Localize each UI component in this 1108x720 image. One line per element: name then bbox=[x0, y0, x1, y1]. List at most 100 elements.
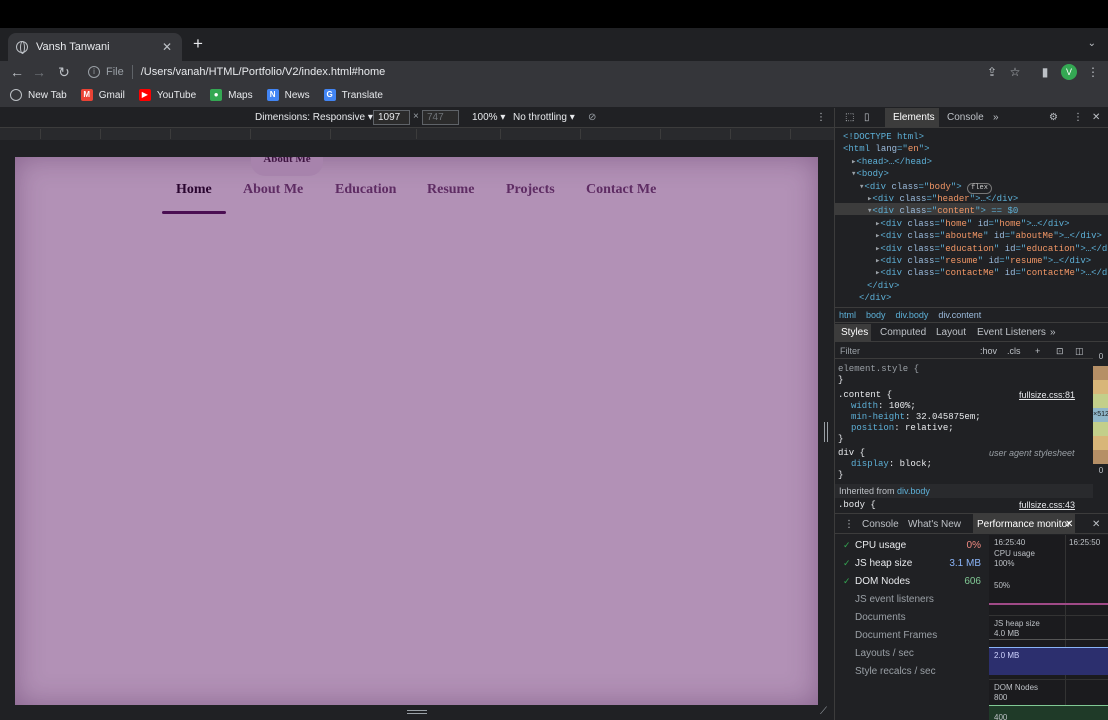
dom-node[interactable]: </div> bbox=[867, 280, 899, 292]
metric-cpu-usage[interactable]: ✓ CPU usage 0% bbox=[835, 538, 989, 554]
add-rule-icon[interactable]: + bbox=[1035, 346, 1040, 356]
devtools-menu-icon[interactable]: ⋮ bbox=[1073, 112, 1083, 123]
close-devtools-icon[interactable]: ✕ bbox=[1092, 112, 1100, 123]
address-bar[interactable]: i File /Users/vanah/HTML/Portfolio/V2/in… bbox=[80, 61, 1030, 83]
device-options-icon[interactable]: ⋮ bbox=[816, 112, 826, 123]
close-drawer-tab-icon[interactable]: ✕ bbox=[1065, 519, 1073, 530]
dom-node[interactable]: ▸<div class="contactMe" id="contactMe">…… bbox=[875, 267, 1108, 279]
resize-handle-right[interactable] bbox=[824, 422, 828, 442]
url-text[interactable]: /Users/vanah/HTML/Portfolio/V2/index.htm… bbox=[141, 66, 386, 78]
drawer-tab-performance-monitor[interactable]: Performance monitor bbox=[977, 519, 1070, 530]
tab-title: Vansh Tanwani bbox=[36, 41, 110, 53]
more-tabs-icon[interactable]: » bbox=[993, 112, 999, 123]
breadcrumb-item[interactable]: div.body bbox=[896, 310, 929, 320]
tab-elements[interactable]: Elements bbox=[893, 112, 935, 123]
breadcrumb-item[interactable]: html bbox=[839, 310, 856, 320]
nav-link-home[interactable]: Home bbox=[176, 182, 212, 198]
checkmark-icon[interactable]: ✓ bbox=[843, 540, 853, 551]
resize-handle-corner[interactable]: ⟋ bbox=[820, 706, 827, 717]
bookmark-news[interactable]: N News bbox=[266, 89, 310, 101]
breadcrumb-item[interactable]: body bbox=[866, 310, 886, 320]
device-toggle-icon[interactable]: ▯ bbox=[864, 112, 870, 123]
resize-handle-bottom[interactable] bbox=[407, 710, 427, 714]
bookmark-new-tab[interactable]: New Tab bbox=[10, 89, 67, 101]
nav-link-projects[interactable]: Projects bbox=[506, 182, 555, 198]
css-declaration[interactable]: display: block; bbox=[851, 459, 932, 470]
paint-icon[interactable]: ⊡ bbox=[1056, 346, 1064, 357]
hov-toggle[interactable]: :hov bbox=[980, 346, 997, 356]
forward-arrow-icon[interactable]: → bbox=[30, 63, 48, 81]
dom-node[interactable]: ▸<div class="resume" id="resume">…</div> bbox=[875, 255, 1091, 267]
nav-link-contact-me[interactable]: Contact Me bbox=[586, 182, 656, 198]
breadcrumb-item[interactable]: div.content bbox=[938, 310, 981, 320]
css-declaration[interactable]: min-height: 32.045875em; bbox=[851, 412, 981, 423]
height-input[interactable]: 747 bbox=[422, 110, 459, 125]
rotate-icon[interactable]: ⊘ bbox=[588, 112, 596, 123]
checkmark-icon[interactable]: ✓ bbox=[843, 558, 853, 569]
back-arrow-icon[interactable]: ← bbox=[8, 63, 26, 81]
metric-documents[interactable]: Documents bbox=[835, 610, 989, 626]
metric-layouts-sec[interactable]: Layouts / sec bbox=[835, 646, 989, 662]
drawer-tab-whats-new[interactable]: What's New bbox=[908, 519, 961, 530]
dom-node[interactable]: ▾<div class="body"> flex bbox=[859, 181, 992, 194]
metric-js-event-listeners[interactable]: JS event listeners bbox=[835, 592, 989, 608]
inspect-element-icon[interactable]: ⬚ bbox=[845, 112, 854, 123]
checkmark-icon[interactable]: ✓ bbox=[843, 576, 853, 587]
tab-search-chevron-icon[interactable]: ⌄ bbox=[1088, 38, 1096, 49]
bookmark-gmail[interactable]: M Gmail bbox=[80, 89, 125, 101]
css-declaration[interactable]: width: 100%; bbox=[851, 401, 916, 412]
dom-node[interactable]: ▸<div class="education" id="education">…… bbox=[875, 243, 1108, 255]
reload-icon[interactable]: ↻ bbox=[55, 63, 73, 81]
tab-layout[interactable]: Layout bbox=[936, 327, 966, 338]
nav-link-education[interactable]: Education bbox=[335, 182, 396, 198]
side-panel-icon[interactable]: ▮ bbox=[1037, 64, 1053, 80]
profile-avatar[interactable]: V bbox=[1061, 64, 1077, 80]
nav-link-resume[interactable]: Resume bbox=[427, 182, 474, 198]
metric-style-recalcs-sec[interactable]: Style recalcs / sec bbox=[835, 664, 989, 680]
sidebar-toggle-icon[interactable]: ◫ bbox=[1075, 346, 1084, 357]
tab-console[interactable]: Console bbox=[947, 112, 984, 123]
dom-node[interactable]: <html lang="en"> bbox=[843, 143, 929, 155]
metric-dom-nodes[interactable]: ✓ DOM Nodes 606 bbox=[835, 574, 989, 590]
bookmark-star-icon[interactable]: ☆ bbox=[1007, 64, 1023, 80]
throttling-dropdown[interactable]: No throttling ▾ bbox=[513, 112, 575, 123]
tab-styles[interactable]: Styles bbox=[841, 327, 868, 338]
dom-node[interactable]: ▾<div class="content"> == $0 bbox=[867, 205, 1018, 217]
tab-computed[interactable]: Computed bbox=[880, 327, 926, 338]
dom-node[interactable]: ▸<head>…</head> bbox=[851, 156, 932, 168]
width-input[interactable]: 1097 bbox=[373, 110, 410, 125]
element-style-selector: element.style { bbox=[838, 364, 920, 374]
info-icon[interactable]: i bbox=[88, 66, 100, 78]
drawer-menu-icon[interactable]: ⋮ bbox=[844, 519, 854, 530]
kebab-menu-icon[interactable]: ⋮ bbox=[1085, 64, 1101, 80]
metric-js-heap-size[interactable]: ✓ JS heap size 3.1 MB bbox=[835, 556, 989, 572]
bookmark-translate[interactable]: G Translate bbox=[323, 89, 383, 101]
drawer-tab-console[interactable]: Console bbox=[862, 519, 899, 530]
styles-filter-input[interactable]: Filter bbox=[840, 346, 860, 356]
dom-node[interactable]: ▾<body> bbox=[851, 168, 889, 180]
more-style-tabs-icon[interactable]: » bbox=[1050, 327, 1056, 338]
cls-toggle[interactable]: .cls bbox=[1007, 346, 1021, 356]
dimensions-dropdown[interactable]: Dimensions: Responsive ▾ bbox=[255, 112, 373, 123]
share-icon[interactable]: ⇪ bbox=[984, 64, 1000, 80]
close-tab-icon[interactable]: ✕ bbox=[160, 40, 174, 54]
browser-tab[interactable]: Vansh Tanwani ✕ bbox=[8, 33, 182, 61]
content-source-link[interactable]: fullsize.css:81 bbox=[1019, 390, 1075, 401]
gear-icon[interactable]: ⚙ bbox=[1049, 112, 1058, 123]
new-tab-button[interactable]: + bbox=[190, 35, 206, 52]
metric-document-frames[interactable]: Document Frames bbox=[835, 628, 989, 644]
bookmark-maps[interactable]: ● Maps bbox=[210, 89, 253, 101]
zoom-dropdown[interactable]: 100% ▾ bbox=[472, 112, 505, 123]
dom-node[interactable]: ▸<div class="aboutMe" id="aboutMe">…</di… bbox=[875, 230, 1102, 242]
nav-link-about-me[interactable]: About Me bbox=[243, 182, 303, 198]
dom-node[interactable]: ▸<div class="header">…</div> bbox=[867, 193, 1018, 205]
dom-node[interactable]: </div> bbox=[859, 292, 891, 304]
close-drawer-icon[interactable]: ✕ bbox=[1092, 519, 1100, 530]
bookmark-youtube[interactable]: ▶ YouTube bbox=[138, 89, 196, 101]
css-declaration[interactable]: position: relative; bbox=[851, 423, 954, 434]
dom-node[interactable]: <!DOCTYPE html> bbox=[843, 131, 924, 143]
body-source-link[interactable]: fullsize.css:43 bbox=[1019, 500, 1075, 511]
tab-event-listeners[interactable]: Event Listeners bbox=[977, 327, 1046, 338]
inherited-from-link[interactable]: div.body bbox=[897, 486, 930, 496]
dom-node[interactable]: ▸<div class="home" id="home">…</div> bbox=[875, 218, 1070, 230]
